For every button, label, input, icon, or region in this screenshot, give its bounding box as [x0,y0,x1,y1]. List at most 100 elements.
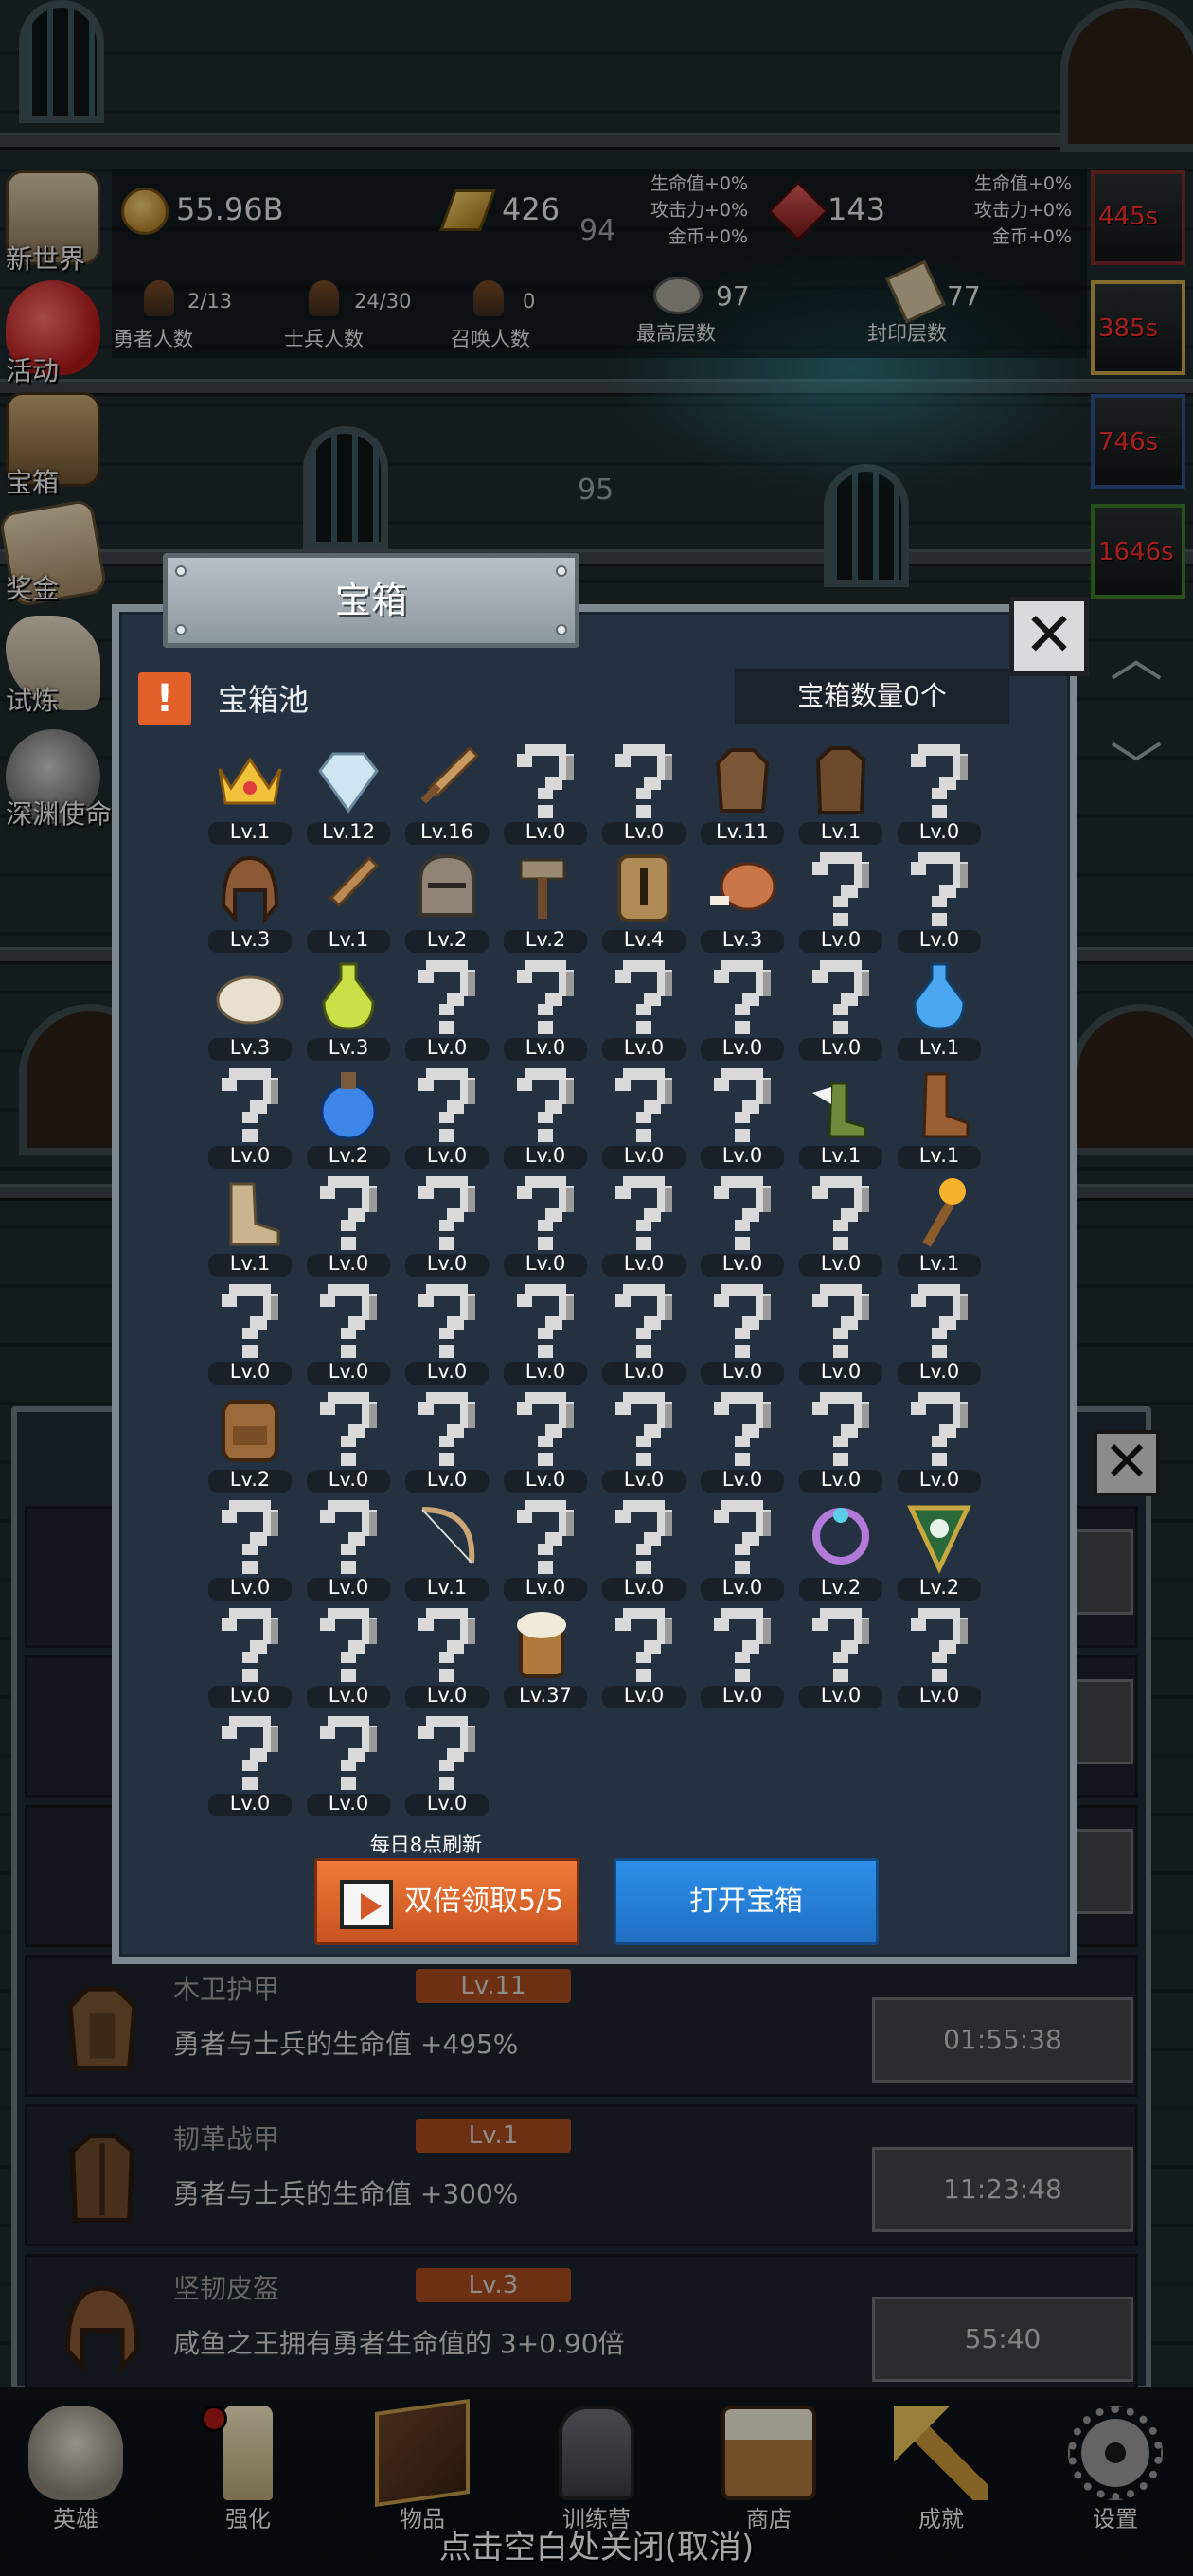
chest-item-cell[interactable]: Lv.2 [201,1386,299,1494]
chest-item-cell[interactable]: Lv.0 [299,1602,398,1710]
chest-item-cell[interactable]: Lv.0 [496,1171,595,1279]
chest-item-cell[interactable]: Lv.0 [398,955,496,1063]
chest-item-cell[interactable]: Lv.0 [792,1171,890,1279]
chest-item-cell[interactable]: Lv.0 [693,1063,792,1171]
chest-item-cell[interactable]: Lv.0 [890,1386,988,1494]
chest-item-cell[interactable]: Lv.4 [595,847,693,955]
chest-item-cell[interactable]: Lv.0 [398,1602,496,1710]
chest-item-cell[interactable]: Lv.0 [693,1279,792,1386]
question-mark-icon [714,1392,771,1466]
chest-item-cell[interactable]: Lv.0 [595,739,693,847]
chest-item-cell[interactable]: Lv.0 [398,1171,496,1279]
chest-item-cell[interactable]: Lv.0 [201,1602,299,1710]
question-mark-icon [222,1284,278,1358]
chest-item-cell[interactable]: Lv.0 [398,1386,496,1494]
chest-item-cell[interactable]: Lv.1 [792,739,890,847]
chest-item-cell[interactable]: Lv.0 [496,955,595,1063]
chest-item-cell[interactable]: Lv.0 [496,739,595,847]
chest-item-cell[interactable]: Lv.0 [299,1386,398,1494]
chest-item-cell[interactable]: Lv.3 [201,955,299,1063]
question-mark-icon [714,1500,771,1574]
question-mark-icon [517,1392,574,1466]
chest-item-cell[interactable]: Lv.0 [299,1171,398,1279]
item-level: Lv.0 [918,1360,960,1383]
item-level: Lv.0 [426,1684,468,1707]
chest-item-cell[interactable]: Lv.2 [792,1494,890,1602]
item-level: Lv.0 [525,1576,566,1599]
chest-item-cell[interactable]: Lv.0 [595,1279,693,1386]
crown-icon [218,757,282,805]
chest-item-cell[interactable]: Lv.0 [595,1171,693,1279]
chest-item-cell[interactable]: Lv.12 [299,739,398,847]
chest-item-cell[interactable]: Lv.0 [595,1063,693,1171]
chest-item-cell[interactable]: Lv.0 [792,1279,890,1386]
chest-item-cell[interactable]: Lv.0 [792,1602,890,1710]
chest-item-cell[interactable]: Lv.3 [299,955,398,1063]
chest-item-cell[interactable]: Lv.0 [201,1063,299,1171]
chest-item-cell[interactable]: Lv.0 [299,1494,398,1602]
chest-item-cell[interactable]: Lv.0 [890,1279,988,1386]
item-level: Lv.0 [426,1792,468,1815]
chest-item-cell[interactable]: Lv.1 [890,1171,988,1279]
chest-item-cell[interactable]: Lv.3 [693,847,792,955]
chest-item-cell[interactable]: Lv.0 [595,1602,693,1710]
chest-item-cell[interactable]: Lv.16 [398,739,496,847]
chest-item-cell[interactable]: Lv.0 [201,1279,299,1386]
chest-item-cell[interactable]: Lv.2 [890,1494,988,1602]
item-level: Lv.0 [525,820,566,843]
chest-item-cell[interactable]: Lv.0 [595,1386,693,1494]
chest-item-cell[interactable]: Lv.0 [792,1386,890,1494]
chest-item-cell[interactable]: Lv.2 [299,1063,398,1171]
item-level: Lv.2 [918,1576,960,1599]
chest-item-cell[interactable]: Lv.0 [792,847,890,955]
chest-item-cell[interactable]: Lv.1 [299,847,398,955]
chest-item-cell[interactable]: Lv.0 [890,739,988,847]
question-mark-icon [320,1284,377,1358]
chest-item-cell[interactable]: Lv.0 [398,1063,496,1171]
chest-item-cell[interactable]: Lv.0 [496,1386,595,1494]
chest-item-cell[interactable]: Lv.0 [890,847,988,955]
chest-item-cell[interactable]: Lv.0 [398,1279,496,1386]
chest-item-cell[interactable]: Lv.37 [496,1602,595,1710]
chest-item-cell[interactable]: Lv.1 [792,1063,890,1171]
item-level: Lv.0 [328,1252,369,1275]
question-mark-icon [222,1716,278,1790]
chest-item-cell[interactable]: Lv.0 [693,1386,792,1494]
chest-item-cell[interactable]: Lv.0 [792,955,890,1063]
chest-item-cell[interactable]: Lv.1 [201,739,299,847]
question-mark-icon [714,1284,771,1358]
question-mark-icon [222,1068,278,1142]
chest-item-cell[interactable]: Lv.0 [595,955,693,1063]
double-claim-button[interactable]: 双倍领取5/5 [314,1858,579,1945]
chest-item-cell[interactable]: Lv.0 [496,1279,595,1386]
info-icon: ! [138,672,191,725]
chest-item-cell[interactable]: Lv.1 [890,1063,988,1171]
chest-item-cell[interactable]: Lv.0 [595,1494,693,1602]
chest-item-cell[interactable]: Lv.1 [201,1171,299,1279]
chest-item-cell[interactable]: Lv.0 [398,1710,496,1818]
chest-item-cell[interactable]: Lv.0 [693,1494,792,1602]
chest-item-cell[interactable]: Lv.0 [890,1602,988,1710]
chest-item-cell[interactable]: Lv.0 [299,1710,398,1818]
chest-item-cell[interactable]: Lv.0 [299,1279,398,1386]
chest-item-cell[interactable]: Lv.11 [693,739,792,847]
item-level: Lv.0 [623,1684,665,1707]
chest-item-cell[interactable]: Lv.0 [693,1171,792,1279]
chest-item-cell[interactable]: Lv.1 [398,1494,496,1602]
open-chest-button[interactable]: 打开宝箱 [614,1858,879,1945]
chest-item-cell[interactable]: Lv.0 [201,1494,299,1602]
item-level: Lv.1 [820,1144,862,1167]
question-mark-icon [517,1284,574,1358]
chest-item-cell[interactable]: Lv.0 [496,1063,595,1171]
question-mark-icon [222,1608,278,1682]
chest-item-cell[interactable]: Lv.2 [398,847,496,955]
chest-item-cell[interactable]: Lv.0 [496,1494,595,1602]
close-icon[interactable]: ✕ [1009,597,1089,676]
chest-item-cell[interactable]: Lv.0 [693,1602,792,1710]
chest-item-cell[interactable]: Lv.0 [693,955,792,1063]
chest-item-cell[interactable]: Lv.0 [201,1710,299,1818]
chest-item-cell[interactable]: Lv.3 [201,847,299,955]
chest-item-cell[interactable]: Lv.2 [496,847,595,955]
chest-item-cell[interactable]: Lv.1 [890,955,988,1063]
item-level: Lv.0 [623,1144,665,1167]
